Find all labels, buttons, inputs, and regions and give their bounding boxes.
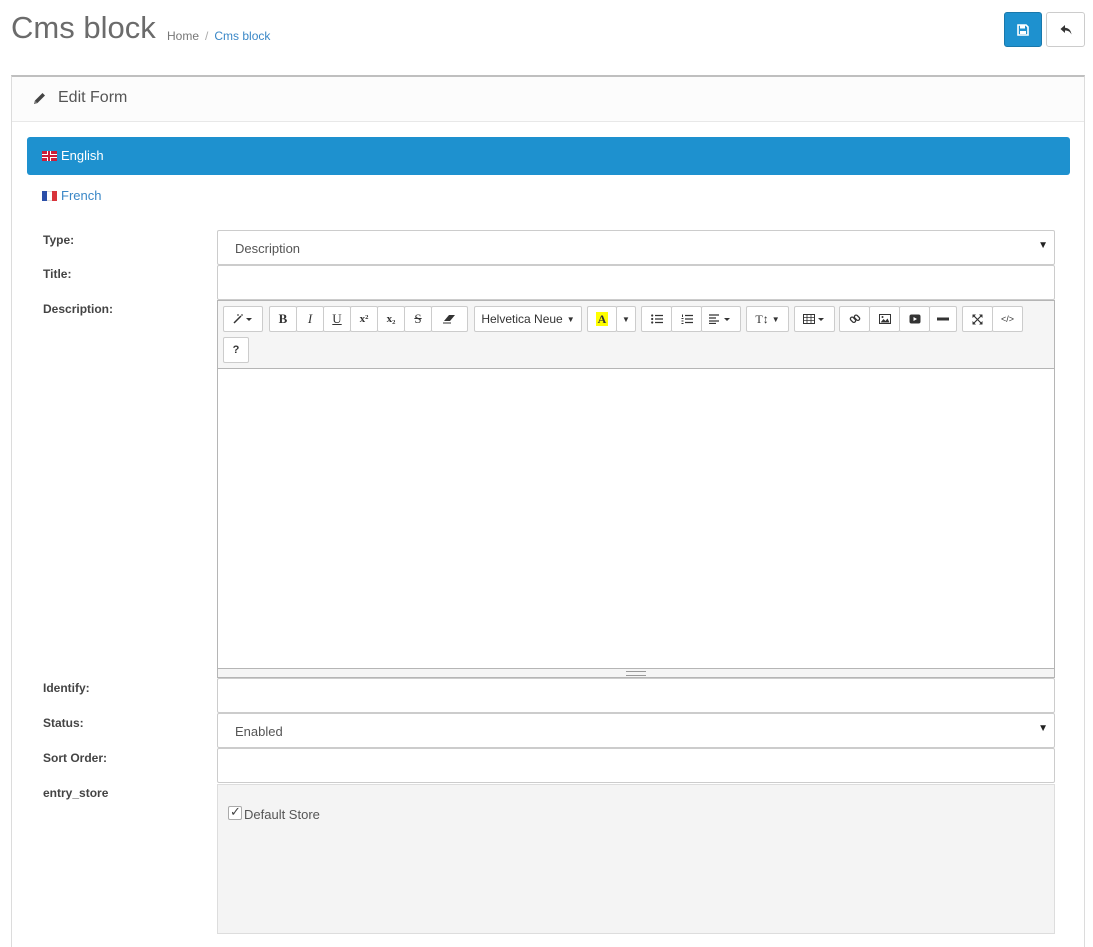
bold-button[interactable]: B — [269, 306, 297, 332]
description-label: Description: — [43, 302, 114, 316]
paragraph-align-button[interactable] — [701, 306, 741, 332]
link-button[interactable] — [839, 306, 870, 332]
default-store-checkbox[interactable] — [228, 804, 242, 820]
save-button[interactable] — [1004, 12, 1042, 47]
breadcrumb: Home / Cms block — [167, 29, 270, 43]
style-button[interactable] — [223, 306, 263, 332]
unordered-list-button[interactable] — [641, 306, 672, 332]
text-height-icon: T↕ — [755, 311, 769, 326]
table-button[interactable] — [794, 306, 835, 332]
page-header: Cms block Home / Cms block — [0, 0, 1093, 70]
flag-fr-icon — [42, 191, 57, 201]
title-label: Title: — [43, 267, 72, 281]
horizontal-rule-icon — [937, 317, 949, 321]
link-icon — [849, 314, 860, 324]
italic-button[interactable]: I — [296, 306, 324, 332]
tab-english[interactable]: English — [27, 137, 1070, 175]
type-select-value: Description — [235, 241, 301, 256]
status-select[interactable]: Enabled ▼ — [217, 713, 1055, 748]
bold-icon: B — [278, 311, 288, 326]
caret-down-icon: ▼ — [566, 314, 575, 324]
picture-button[interactable] — [869, 306, 900, 332]
subscript-button[interactable]: x₂ — [377, 306, 405, 332]
strikethrough-icon: S — [414, 311, 422, 326]
tab-french[interactable]: French — [27, 185, 147, 209]
page-title: Cms block — [11, 10, 156, 45]
breadcrumb-home[interactable]: Home — [167, 29, 199, 43]
code-icon: </> — [1000, 314, 1014, 324]
font-color-icon: A — [595, 312, 609, 326]
superscript-icon: x² — [359, 313, 369, 325]
grip-icon — [626, 670, 646, 676]
breadcrumb-cms-block[interactable]: Cms block — [214, 29, 270, 43]
horizontal-rule-button[interactable] — [929, 306, 957, 332]
store-label: entry_store — [43, 786, 109, 800]
picture-icon — [878, 314, 891, 324]
color-dropdown-button[interactable]: ▼ — [616, 306, 636, 332]
video-button[interactable] — [899, 306, 930, 332]
status-select-value: Enabled — [235, 724, 283, 739]
caret-down-icon: ▼ — [622, 314, 630, 324]
help-icon: ? — [232, 344, 240, 356]
back-button[interactable] — [1046, 12, 1085, 47]
editor-resize-handle[interactable] — [218, 668, 1054, 677]
color-button[interactable]: A — [587, 306, 617, 332]
ordered-list-icon — [681, 314, 693, 324]
video-icon — [909, 314, 920, 324]
caret-down-icon: ▼ — [771, 314, 780, 324]
fullscreen-button[interactable] — [962, 306, 993, 332]
editor-toolbar: B I U x² x₂ S Helvetica Neue ▼ A ▼ T↕ ▼ … — [218, 301, 1054, 369]
edit-form-panel: Edit Form English French Type: Descripti… — [11, 75, 1085, 947]
line-height-button[interactable]: T↕ ▼ — [746, 306, 789, 332]
underline-icon: U — [332, 311, 342, 326]
breadcrumb-separator: / — [205, 29, 209, 43]
font-family-label: Helvetica Neue — [481, 312, 563, 326]
flag-uk-icon — [42, 151, 57, 161]
underline-button[interactable]: U — [323, 306, 351, 332]
panel-heading-text: Edit Form — [58, 89, 128, 106]
align-left-icon — [709, 314, 730, 324]
chevron-down-icon: ▼ — [1038, 723, 1048, 734]
identify-label: Identify: — [43, 681, 90, 695]
type-label: Type: — [43, 233, 75, 247]
unordered-list-icon — [650, 314, 663, 324]
pencil-icon — [34, 93, 45, 104]
strikethrough-button[interactable]: S — [404, 306, 432, 332]
code-view-button[interactable]: </> — [992, 306, 1023, 332]
help-button[interactable]: ? — [223, 337, 249, 363]
chevron-down-icon: ▼ — [1038, 240, 1048, 251]
identify-input[interactable] — [217, 678, 1055, 713]
default-store-label[interactable]: Default Store — [244, 807, 320, 822]
title-input[interactable] — [217, 265, 1055, 300]
type-select[interactable]: Description ▼ — [217, 230, 1055, 265]
clear-format-button[interactable] — [431, 306, 468, 332]
superscript-button[interactable]: x² — [350, 306, 378, 332]
font-family-dropdown[interactable]: Helvetica Neue ▼ — [474, 306, 582, 332]
magic-wand-icon — [233, 314, 252, 324]
editor-content-area[interactable] — [218, 369, 1054, 669]
tab-english-label: English — [61, 148, 104, 163]
eraser-icon — [443, 315, 455, 324]
sort-order-input[interactable] — [217, 748, 1055, 783]
tab-french-label: French — [61, 188, 102, 203]
save-icon — [1017, 23, 1029, 36]
fullscreen-icon — [972, 314, 983, 324]
subscript-icon: x₂ — [386, 313, 396, 325]
reply-icon — [1060, 24, 1071, 34]
table-icon — [802, 314, 824, 324]
italic-icon: I — [307, 311, 313, 326]
description-editor: B I U x² x₂ S Helvetica Neue ▼ A ▼ T↕ ▼ … — [217, 300, 1055, 678]
ordered-list-button[interactable] — [671, 306, 702, 332]
panel-heading: Edit Form — [12, 77, 1084, 122]
store-selection-box: Default Store — [217, 784, 1055, 934]
status-label: Status: — [43, 716, 84, 730]
sort-order-label: Sort Order: — [43, 751, 108, 765]
